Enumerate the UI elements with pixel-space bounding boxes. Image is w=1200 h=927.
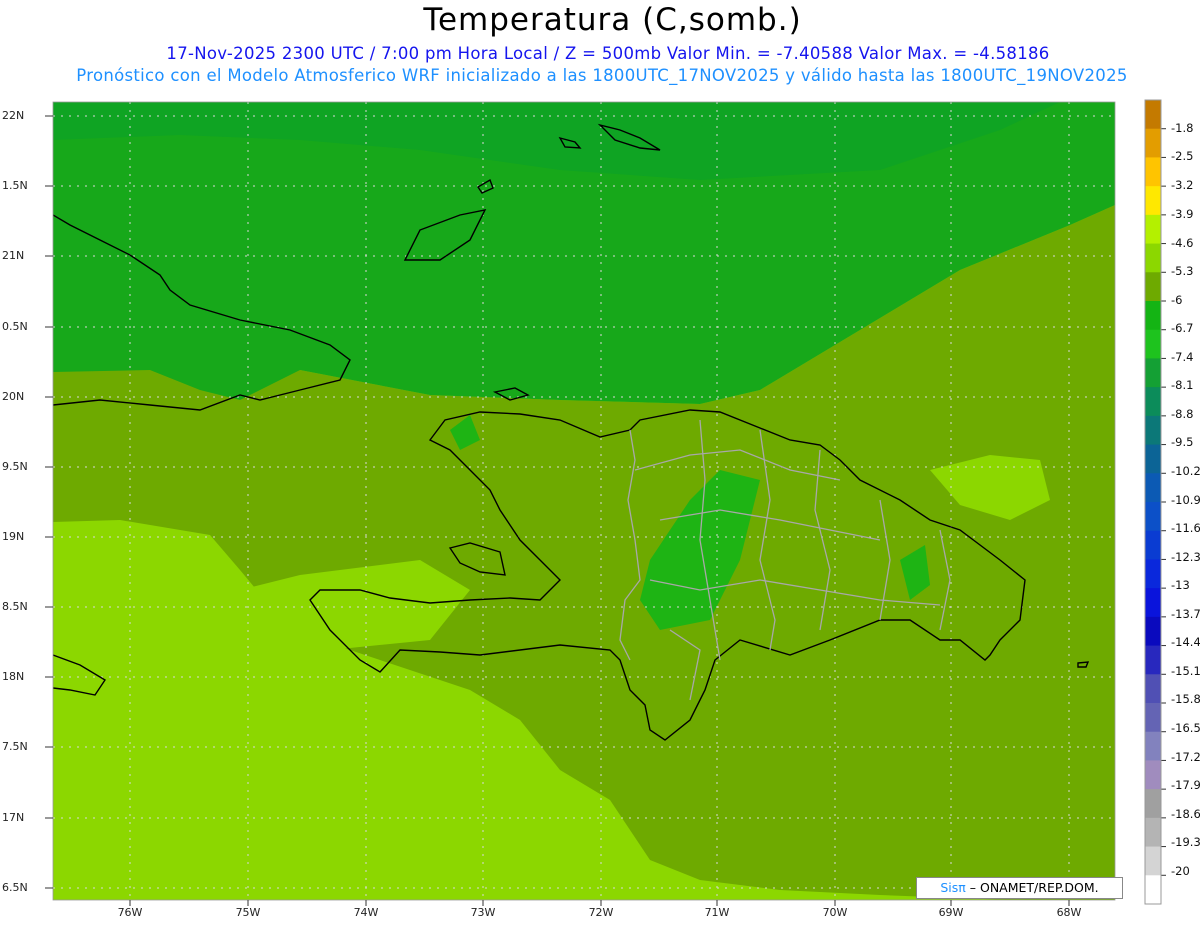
colorbar-label: -2.5 (1171, 149, 1194, 163)
lat-label: 7.5N (2, 740, 28, 753)
colorbar-swatch (1145, 243, 1161, 273)
colorbar-label: -15.8 (1171, 692, 1200, 706)
weather-map (45, 99, 1166, 906)
colorbar-swatch (1145, 760, 1161, 790)
lat-label: 1.5N (2, 179, 28, 192)
colorbar-label: -1.8 (1171, 121, 1194, 135)
colorbar-swatch (1145, 502, 1161, 532)
colorbar-label: -17.2 (1171, 750, 1200, 764)
map-plot-area (53, 102, 1115, 900)
colorbar-label: -4.6 (1171, 236, 1194, 250)
colorbar-swatch (1145, 588, 1161, 618)
colorbar-swatch (1145, 616, 1161, 647)
lat-label: 0.5N (2, 320, 28, 333)
sispi-logo-text: Sisπ (940, 880, 966, 895)
lon-label: 75W (235, 906, 261, 919)
lat-label: 8.5N (2, 600, 28, 613)
colorbar-label: -3.9 (1171, 207, 1194, 221)
lat-label: 17N (2, 811, 25, 824)
colorbar-swatch (1145, 530, 1161, 560)
lat-label: 18N (2, 670, 25, 683)
colorbar-swatch (1145, 214, 1161, 245)
lon-label: 70W (822, 906, 848, 919)
colorbar-label: -5.3 (1171, 264, 1194, 278)
colorbar-swatch (1145, 387, 1161, 417)
lon-label: 69W (938, 906, 964, 919)
credit-text: – ONAMET/REP.DOM. (965, 880, 1099, 895)
colorbar-swatch (1145, 100, 1161, 130)
colorbar-swatch (1145, 329, 1161, 359)
colorbar (1144, 99, 1166, 905)
colorbar-swatch (1145, 358, 1161, 388)
colorbar-swatch (1145, 128, 1161, 158)
lat-label: 22N (2, 109, 25, 122)
colorbar-swatch (1145, 301, 1161, 331)
lat-label: 20N (2, 390, 25, 403)
colorbar-label: -18.6 (1171, 807, 1200, 821)
colorbar-label: -13 (1171, 578, 1190, 592)
colorbar-label: -6 (1171, 293, 1183, 307)
colorbar-swatch (1145, 645, 1161, 675)
colorbar-swatch (1145, 157, 1161, 187)
lat-label: 19N (2, 530, 25, 543)
colorbar-swatch (1145, 731, 1161, 761)
colorbar-swatch (1145, 875, 1161, 905)
colorbar-label: -10.2 (1171, 464, 1200, 478)
colorbar-swatch (1145, 444, 1161, 474)
colorbar-label: -8.8 (1171, 407, 1194, 421)
lon-label: 71W (704, 906, 730, 919)
colorbar-label: -8.1 (1171, 378, 1194, 392)
lon-label: 73W (470, 906, 496, 919)
lat-label: 9.5N (2, 460, 28, 473)
colorbar-swatch (1145, 415, 1161, 446)
colorbar-swatch (1145, 846, 1161, 876)
colorbar-swatch (1145, 559, 1161, 589)
lat-label: 6.5N (2, 881, 28, 894)
lon-label: 72W (588, 906, 614, 919)
colorbar-swatch (1145, 789, 1161, 819)
colorbar-swatch (1145, 272, 1161, 302)
colorbar-label: -17.9 (1171, 778, 1200, 792)
colorbar-swatch (1145, 473, 1161, 503)
colorbar-label: -10.9 (1171, 493, 1200, 507)
colorbar-label: -3.2 (1171, 178, 1194, 192)
colorbar-swatch (1145, 817, 1161, 848)
colorbar-label: -20 (1171, 864, 1190, 878)
lon-label: 74W (353, 906, 379, 919)
colorbar-label: -19.3 (1171, 835, 1200, 849)
lat-label: 21N (2, 249, 25, 262)
colorbar-swatch (1145, 703, 1161, 733)
colorbar-label: -13.7 (1171, 607, 1200, 621)
colorbar-label: -15.1 (1171, 664, 1200, 678)
colorbar-label: -14.4 (1171, 635, 1200, 649)
colorbar-swatch (1145, 674, 1161, 704)
colorbar-label: -7.4 (1171, 350, 1194, 364)
colorbar-label: -6.7 (1171, 321, 1194, 335)
colorbar-label: -9.5 (1171, 435, 1194, 449)
colorbar-label: -16.5 (1171, 721, 1200, 735)
credit-badge: Sisπ – ONAMET/REP.DOM. (916, 877, 1123, 899)
colorbar-label: -12.3 (1171, 550, 1200, 564)
lon-label: 68W (1056, 906, 1082, 919)
lon-label: 76W (117, 906, 143, 919)
colorbar-swatch (1145, 186, 1161, 216)
colorbar-label: -11.6 (1171, 521, 1200, 535)
